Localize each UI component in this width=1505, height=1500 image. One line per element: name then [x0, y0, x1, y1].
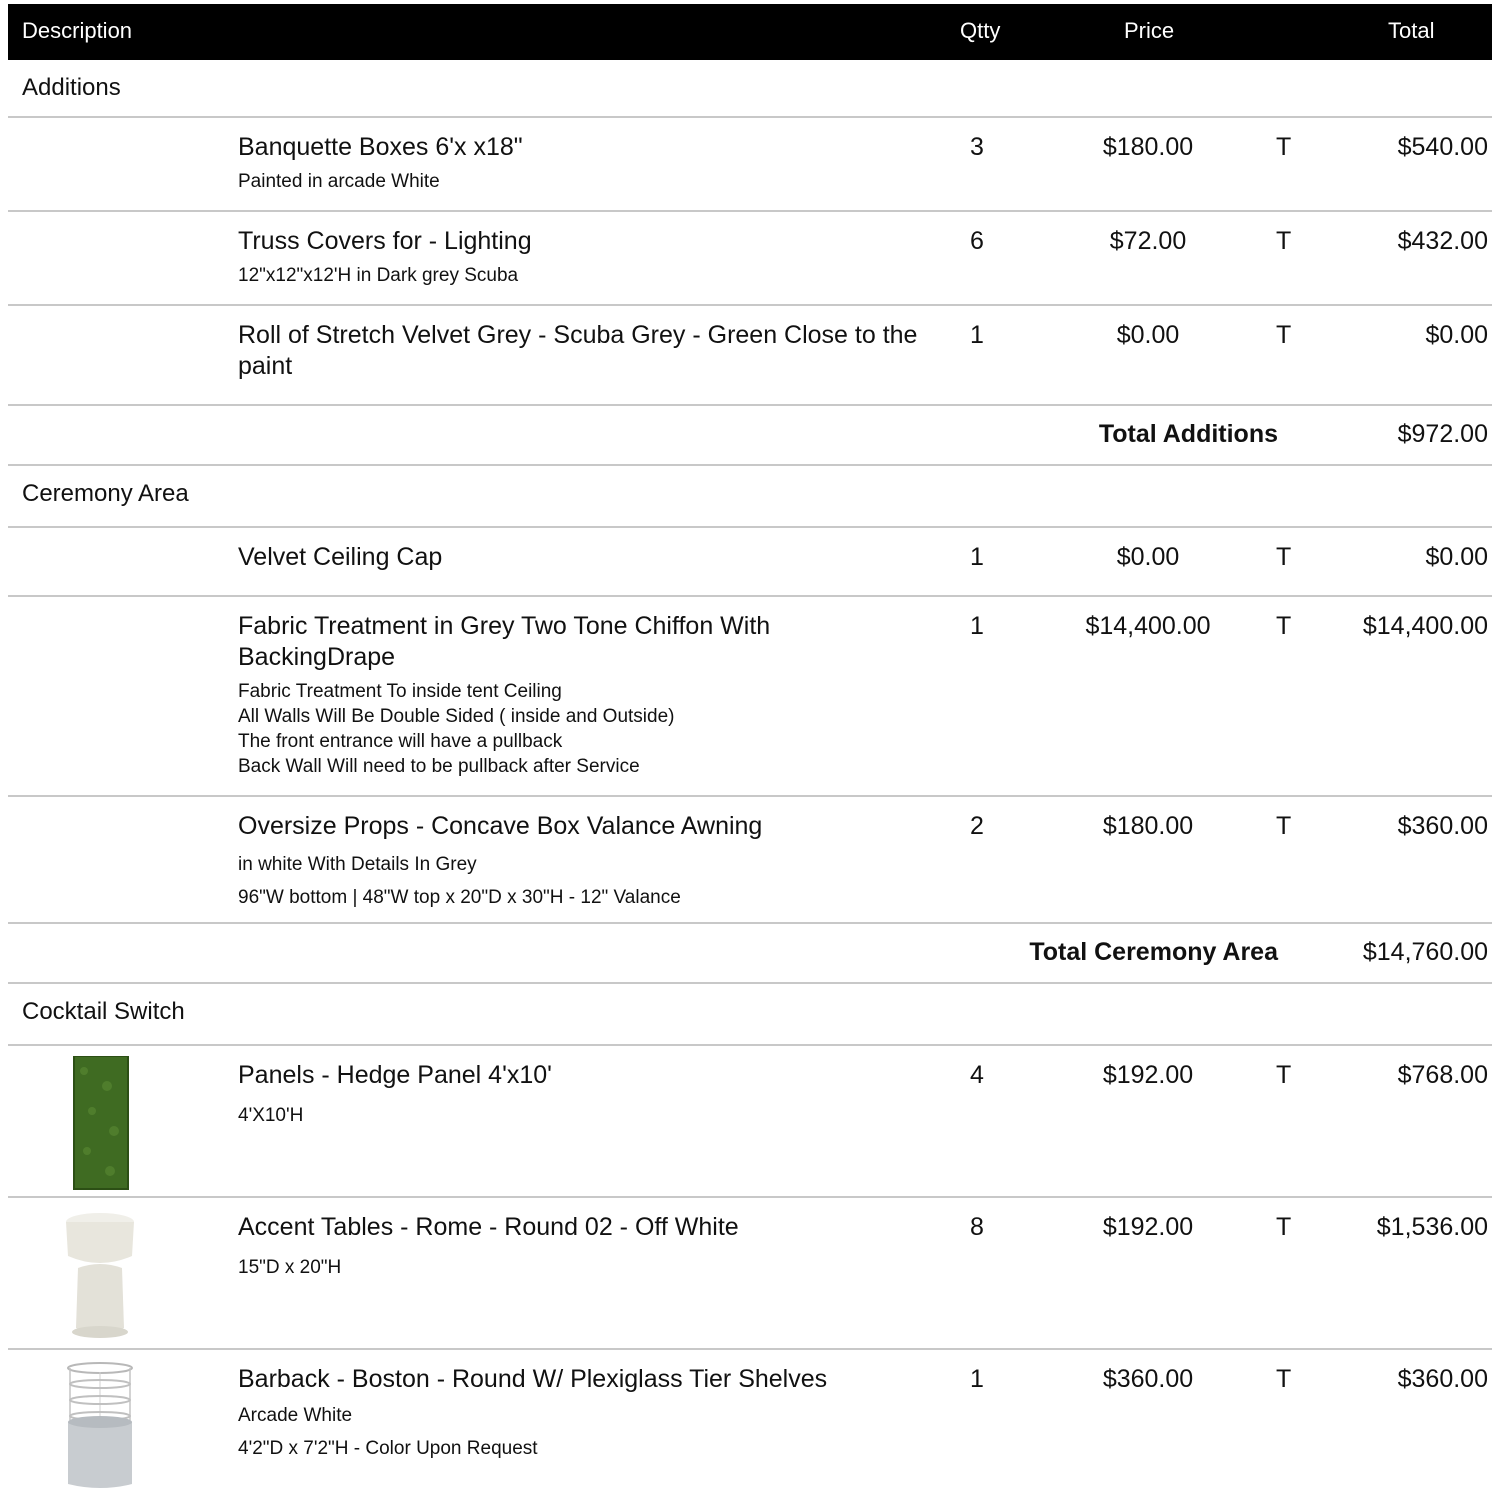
item-qty: 8	[970, 1213, 984, 1241]
item-qty: 1	[970, 543, 984, 571]
item-title: Panels - Hedge Panel 4'x10'	[238, 1061, 552, 1089]
table-row: Oversize Props - Concave Box Valance Awn…	[8, 797, 1492, 924]
table-row: Roll of Stretch Velvet Grey - Scuba Grey…	[8, 306, 1492, 406]
section-subtotal: Total Ceremony Area $14,760.00	[8, 924, 1492, 984]
item-title: Velvet Ceiling Cap	[238, 543, 443, 571]
item-price: $180.00	[1102, 812, 1194, 840]
table-row: Fabric Treatment in Grey Two Tone Chiffo…	[8, 597, 1492, 797]
subtotal-label: Total Additions	[1098, 420, 1278, 448]
header-total: Total	[1388, 18, 1435, 43]
item-tax: T	[1276, 133, 1292, 161]
item-tax: T	[1276, 812, 1292, 840]
item-qty: 1	[970, 1365, 984, 1393]
table-header: Description Qtty Price Total	[8, 4, 1492, 60]
item-price: $180.00	[1102, 133, 1194, 161]
item-note: 96"W bottom | 48"W top x 20"D x 30"H - 1…	[238, 887, 681, 908]
item-total: $14,400.00	[1362, 612, 1488, 640]
item-note: All Walls Will Be Double Sided ( inside …	[238, 706, 675, 727]
item-total: $0.00	[1425, 543, 1488, 571]
item-price: $14,400.00	[1085, 612, 1211, 640]
item-total: $360.00	[1397, 1365, 1488, 1393]
barback-image	[67, 1362, 133, 1488]
item-title: Fabric Treatment in Grey Two Tone Chiffo…	[238, 612, 771, 671]
table-row: Panels - Hedge Panel 4'x10' 4'X10'H 4 $1…	[8, 1046, 1492, 1198]
item-title: Accent Tables - Rome - Round 02 - Off Wh…	[238, 1213, 739, 1241]
item-title: Roll of Stretch Velvet Grey - Scuba Grey…	[238, 321, 918, 380]
item-qty: 1	[970, 612, 984, 640]
item-qty: 3	[970, 133, 984, 161]
item-note: Arcade White	[238, 1405, 353, 1426]
header-price: Price	[1124, 18, 1175, 43]
item-qty: 1	[970, 321, 984, 349]
item-tax: T	[1276, 227, 1292, 255]
item-tax: T	[1276, 321, 1292, 349]
item-name: Oversize Props - Concave Box Valance Awn…	[238, 811, 918, 914]
item-total: $0.00	[1425, 321, 1488, 349]
item-total: $768.00	[1397, 1061, 1488, 1089]
item-total: $432.00	[1397, 227, 1488, 255]
item-note: 12"x12"x12'H in Dark grey Scuba	[238, 265, 519, 286]
quote-table: Description Qtty Price Total Additions B…	[8, 4, 1492, 1500]
item-tax: T	[1276, 1213, 1292, 1241]
item-price: $0.00	[1116, 543, 1180, 571]
item-qty: 2	[970, 812, 984, 840]
header-qty: Qtty	[960, 18, 1001, 43]
item-title: Truss Covers for - Lighting	[238, 227, 532, 255]
item-name: Truss Covers for - Lighting 12"x12"x12'H…	[238, 226, 918, 288]
item-note: The front entrance will have a pullback	[238, 731, 563, 752]
item-name: Fabric Treatment in Grey Two Tone Chiffo…	[238, 611, 918, 779]
item-note: Painted in arcade White	[238, 171, 440, 192]
item-price: $0.00	[1116, 321, 1180, 349]
table-row: Accent Tables - Rome - Round 02 - Off Wh…	[8, 1198, 1492, 1350]
item-qty: 4	[970, 1061, 984, 1089]
item-title: Banquette Boxes 6'x x18"	[238, 133, 523, 161]
item-note: 4'X10'H	[238, 1105, 304, 1126]
section-subtotal: Total Additions $972.00	[8, 406, 1492, 466]
item-total: $360.00	[1397, 812, 1488, 840]
item-name: Velvet Ceiling Cap	[238, 542, 918, 573]
item-note: Fabric Treatment To inside tent Ceiling	[238, 681, 562, 702]
subtotal-label: Total Ceremony Area	[1029, 938, 1278, 966]
table-row: Truss Covers for - Lighting 12"x12"x12'H…	[8, 212, 1492, 306]
subtotal-value: $14,760.00	[1362, 938, 1488, 966]
item-note: 15"D x 20"H	[238, 1257, 342, 1278]
item-title: Oversize Props - Concave Box Valance Awn…	[238, 812, 763, 840]
item-tax: T	[1276, 1365, 1292, 1393]
item-qty: 6	[970, 227, 984, 255]
item-name: Banquette Boxes 6'x x18" Painted in arca…	[238, 132, 918, 194]
header-description: Description	[22, 18, 133, 43]
item-tax: T	[1276, 1061, 1292, 1089]
table-row: Barback - Boston - Round W/ Plexiglass T…	[8, 1350, 1492, 1500]
section-cocktail-switch: Cocktail Switch	[8, 984, 1492, 1046]
table-row: Banquette Boxes 6'x x18" Painted in arca…	[8, 118, 1492, 212]
section-title: Ceremony Area	[22, 480, 189, 507]
item-note: in white With Details In Grey	[238, 854, 477, 875]
item-note: Back Wall Will need to be pullback after…	[238, 756, 640, 777]
item-name: Panels - Hedge Panel 4'x10' 4'X10'H	[238, 1060, 918, 1128]
item-name: Barback - Boston - Round W/ Plexiglass T…	[238, 1364, 918, 1465]
accent-table-image	[66, 1213, 134, 1338]
item-tax: T	[1276, 612, 1292, 640]
item-price: $192.00	[1102, 1213, 1194, 1241]
subtotal-value: $972.00	[1397, 420, 1488, 448]
item-total: $540.00	[1397, 133, 1488, 161]
item-name: Roll of Stretch Velvet Grey - Scuba Grey…	[238, 320, 918, 382]
item-total: $1,536.00	[1376, 1213, 1488, 1241]
hedge-panel-image	[73, 1056, 129, 1190]
section-additions: Additions	[8, 60, 1492, 118]
section-ceremony-area: Ceremony Area	[8, 466, 1492, 528]
item-price: $72.00	[1109, 227, 1187, 255]
item-price: $360.00	[1102, 1365, 1194, 1393]
item-price: $192.00	[1102, 1061, 1194, 1089]
item-note: 4'2"D x 7'2"H - Color Upon Request	[238, 1438, 538, 1459]
item-name: Accent Tables - Rome - Round 02 - Off Wh…	[238, 1212, 918, 1280]
section-title: Additions	[22, 74, 121, 101]
item-tax: T	[1276, 543, 1292, 571]
section-title: Cocktail Switch	[22, 998, 185, 1025]
item-title: Barback - Boston - Round W/ Plexiglass T…	[238, 1365, 828, 1393]
table-row: Velvet Ceiling Cap 1 $0.00 T $0.00	[8, 528, 1492, 597]
